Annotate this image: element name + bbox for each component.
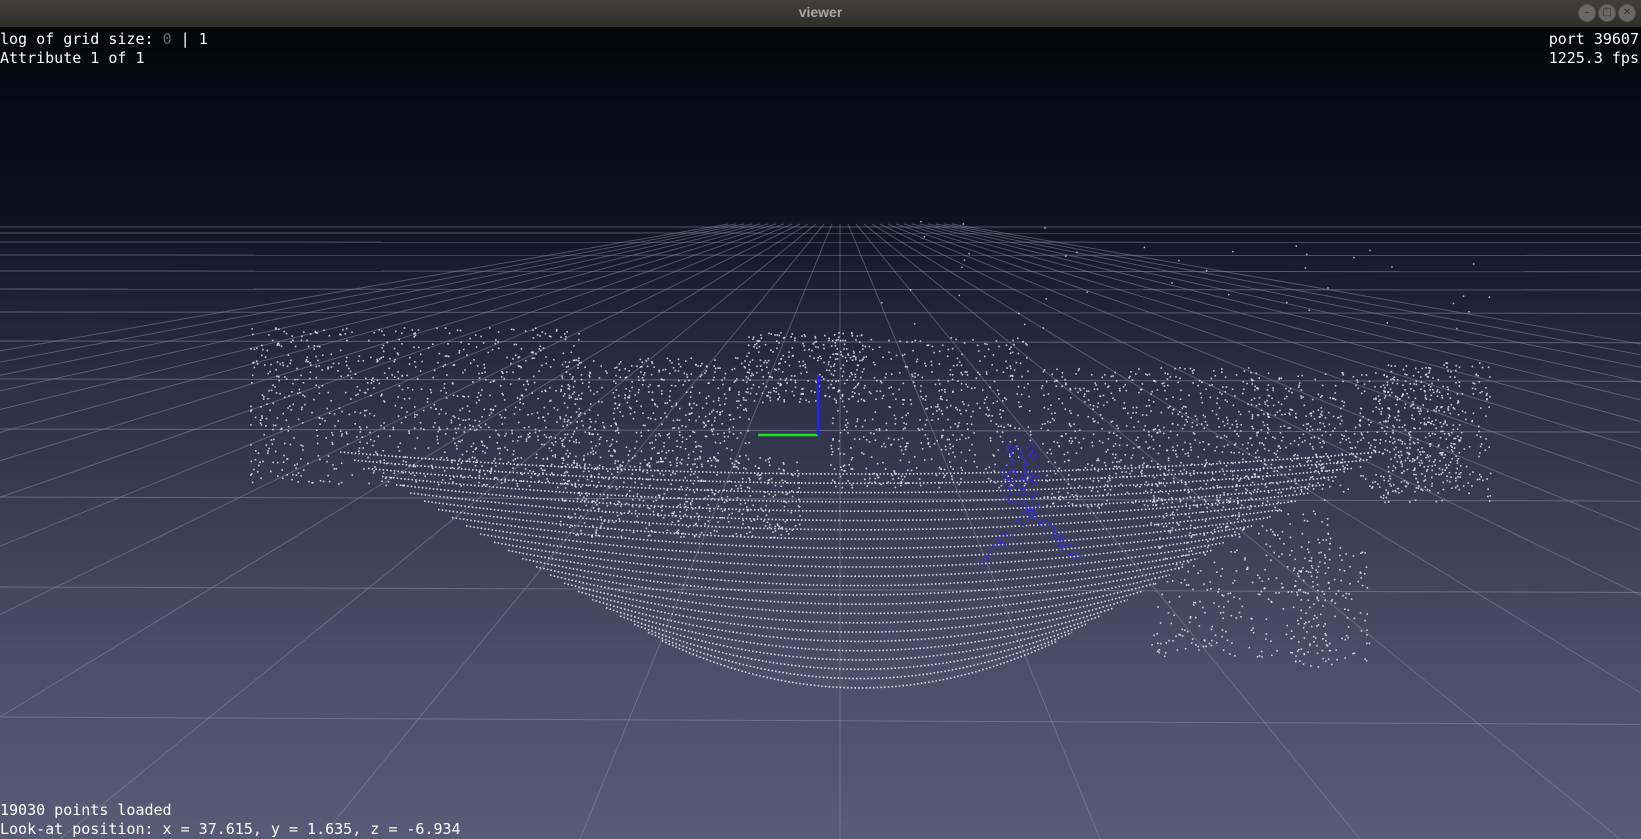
point-cloud-viewport[interactable]: log of grid size: 0 | 1 Attribute 1 of 1… xyxy=(0,27,1641,839)
look-at-axes xyxy=(758,375,820,437)
minimize-button[interactable]: – xyxy=(1578,4,1596,22)
grid-size-value: 1 xyxy=(198,30,208,48)
grid-size-label: log of grid size: xyxy=(0,30,163,48)
hud-top-right: port 39607 1225.3 fps xyxy=(1549,30,1639,68)
title-bar[interactable]: viewer – □ ✕ xyxy=(0,0,1641,28)
close-button[interactable]: ✕ xyxy=(1618,4,1636,22)
hud-top-left: log of grid size: 0 | 1 Attribute 1 of 1 xyxy=(0,30,208,68)
hud-bottom-left: 19030 points loaded Look-at position: x … xyxy=(0,801,461,839)
points-loaded-status: 19030 points loaded xyxy=(0,801,172,819)
point-cloud xyxy=(250,220,1492,689)
viewer-window: viewer – □ ✕ log of grid size: 0 | 1 Att… xyxy=(0,0,1641,839)
grid-size-separator: | xyxy=(171,30,199,48)
fps-counter: 1225.3 fps xyxy=(1548,49,1639,67)
point-cloud-scene[interactable] xyxy=(0,27,1641,839)
ground-grid xyxy=(0,223,1641,839)
look-at-position: Look-at position: x = 37.615, y = 1.635,… xyxy=(0,820,461,838)
port-indicator: port 39607 xyxy=(1548,30,1639,48)
grid-size-dim-value: 0 xyxy=(162,30,172,48)
maximize-button[interactable]: □ xyxy=(1598,4,1616,22)
window-title: viewer xyxy=(798,4,843,20)
attribute-indicator: Attribute 1 of 1 xyxy=(0,49,145,67)
